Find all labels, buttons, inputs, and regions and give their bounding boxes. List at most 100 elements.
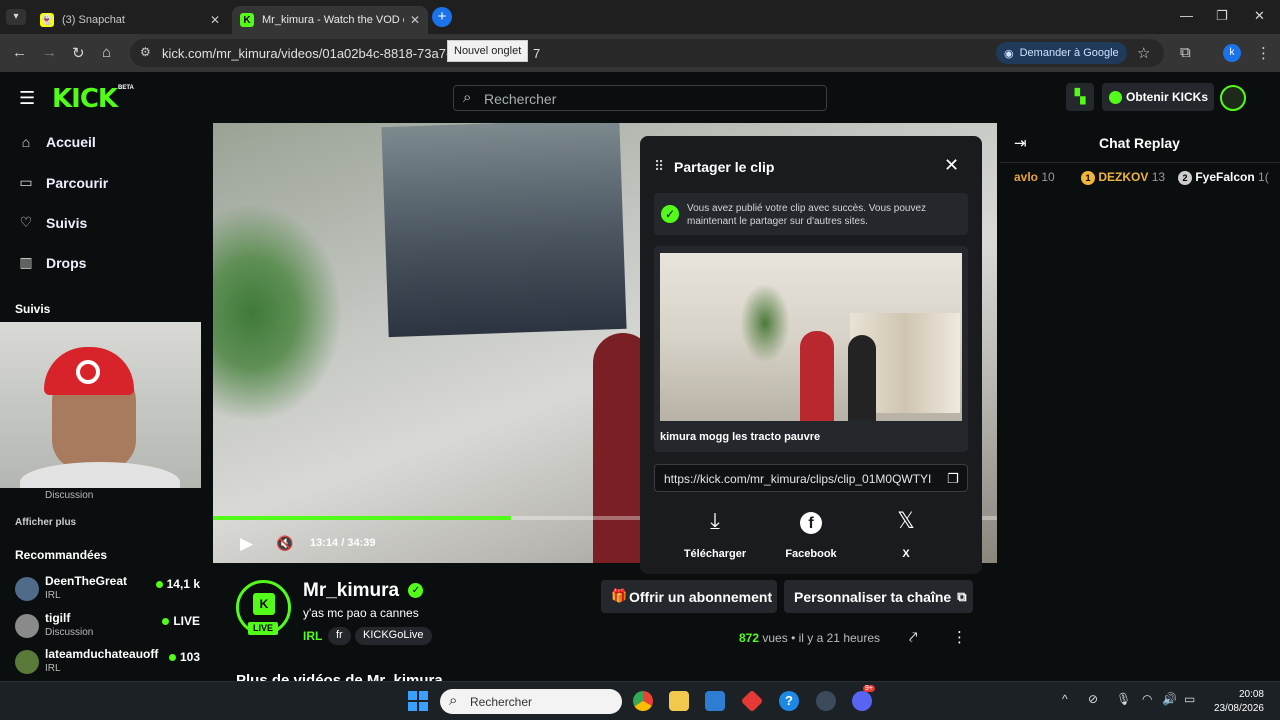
share-clip-modal: ⠿ Partager le clip ✕ ✓ Vous avez publié … (640, 136, 982, 574)
leaderboard-entry[interactable]: avlo 10 (1014, 170, 1055, 184)
taskbar-search[interactable]: ⌕ Rechercher (440, 689, 622, 714)
gift-icon: 🎁 (611, 588, 628, 603)
reload-icon[interactable]: ↻ (72, 44, 85, 62)
start-icon[interactable] (408, 691, 428, 711)
channel-name[interactable]: Mr_kimura ✓ (303, 580, 424, 602)
person-red (800, 331, 834, 421)
more-options-icon[interactable]: ⋮ (952, 628, 967, 646)
sidebar-item-browse[interactable]: ▭ Parcourir (18, 174, 108, 191)
new-tab-button[interactable]: + (432, 7, 452, 27)
clock-date: 23/08/2026 (1213, 703, 1264, 714)
facebook-share-button[interactable]: f Facebook (766, 508, 856, 560)
url-tail: 7 (533, 46, 541, 61)
tag-chip[interactable]: KICKGoLive (355, 627, 432, 645)
progress-fill (213, 516, 511, 520)
app-red-icon[interactable] (740, 689, 764, 713)
clip-thumbnail[interactable] (660, 253, 962, 421)
mute-icon[interactable]: 🔇 (276, 535, 293, 552)
recommended-heading: Recommandées (15, 548, 108, 562)
category-link[interactable]: IRL (303, 629, 322, 643)
copy-icon[interactable]: ❐ (947, 471, 959, 487)
show-more-link[interactable]: Afficher plus (15, 517, 76, 528)
recommended-channel[interactable]: DeenTheGreat IRL 14,1 k (15, 574, 200, 602)
volume-icon[interactable]: 🔊 (1162, 692, 1177, 706)
system-clock[interactable]: 20:08 23/08/2026 (1212, 688, 1264, 716)
start-pane (408, 702, 417, 711)
close-tab-icon[interactable]: ✕ (410, 13, 420, 27)
check-icon: ✓ (661, 205, 679, 223)
ask-google-label: Demander à Google (1019, 47, 1119, 59)
gift-subscription-button[interactable]: 🎁 Offrir un abonnement (601, 580, 777, 613)
current-time: 13:14 (310, 537, 339, 549)
back-icon[interactable]: ← (12, 44, 27, 61)
sidebar-label: Parcourir (46, 174, 109, 191)
chrome-icon[interactable] (633, 691, 653, 711)
avatar (15, 614, 39, 638)
extensions-icon[interactable]: ⧉ (1180, 44, 1191, 61)
x-share-button[interactable]: 𝕏 X (861, 508, 951, 560)
chat-title: Chat Replay (1099, 135, 1180, 151)
close-window-icon[interactable]: ✕ (1254, 8, 1265, 24)
tab-kick[interactable]: K Mr_kimura - Watch the VOD on ✕ (232, 6, 428, 34)
hamburger-menu-icon[interactable]: ☰ (19, 88, 35, 109)
tray-chevron-icon[interactable]: ^ (1062, 692, 1068, 706)
close-icon[interactable]: ✕ (944, 155, 959, 176)
play-icon[interactable]: ▶ (240, 534, 253, 554)
tab-list-button[interactable]: ▾ (6, 9, 26, 25)
get-kicks-button[interactable]: Obtenir KICKs (1102, 83, 1214, 111)
facebook-icon: f (766, 508, 856, 538)
channel-name: lateamduchateauoff (45, 647, 159, 661)
collapse-chat-icon[interactable]: ⇥ (1014, 134, 1027, 152)
webcam-preview-overlay (0, 322, 201, 488)
share-icon[interactable]: ⤤ (909, 629, 917, 646)
tag-chip[interactable]: fr (328, 627, 351, 645)
sidebar-item-drops[interactable]: ▥ Drops (18, 254, 86, 271)
wifi-icon[interactable]: ◠ (1142, 692, 1152, 706)
microphone-icon[interactable]: 🎙 (1116, 692, 1131, 706)
recommended-channel[interactable]: lateamduchateauoff IRL 103 (15, 647, 200, 675)
download-button[interactable]: ⤓ Télécharger (670, 508, 760, 560)
forward-icon[interactable]: → (42, 44, 57, 61)
kick-favicon-icon: K (240, 13, 254, 27)
leaderboard-entry[interactable]: 1 DEZKOV 13 (1081, 170, 1165, 185)
discord-icon[interactable]: 9+ (852, 685, 875, 711)
profile-avatar[interactable]: k (1223, 44, 1241, 62)
menu-dots-icon[interactable]: ⋮ (1256, 44, 1271, 62)
tab-snapchat[interactable]: 👻 (3) Snapchat ✕ (32, 6, 228, 34)
user-avatar[interactable] (1220, 85, 1246, 111)
get-kicks-label: Obtenir KICKs (1126, 90, 1209, 104)
home-browser-icon[interactable]: ⌂ (102, 44, 111, 61)
minimize-icon[interactable]: — (1180, 8, 1193, 23)
store-icon[interactable] (705, 691, 725, 711)
recommended-channel[interactable]: tigilf Discussion LIVE (15, 611, 200, 639)
chat-stats-icon[interactable]: ▚ (1066, 83, 1094, 111)
url-text: kick.com/mr_kimura/videos/01a02b4c-8818-… (162, 46, 480, 61)
sidebar-item-home[interactable]: ⌂ Accueil (18, 134, 96, 150)
network-off-icon[interactable]: ⊘ (1088, 692, 1098, 706)
search-input[interactable]: ⌕ Rechercher (453, 85, 827, 111)
leaderboard-count: 10 (1041, 170, 1055, 184)
time-ago: il y a 21 heures (798, 631, 881, 645)
kick-logo[interactable]: KICK (52, 84, 118, 114)
sidebar-label: Suivis (46, 214, 88, 231)
close-tab-icon[interactable]: ✕ (210, 13, 220, 27)
plant (740, 283, 790, 363)
clip-preview-card[interactable]: kimura mogg les tracto pauvre (654, 246, 968, 452)
leaderboard-entry[interactable]: 2 FyeFalcon 1( (1178, 170, 1280, 185)
site-info-icon[interactable]: ⚙ (140, 45, 151, 59)
sidebar-item-following[interactable]: ♡ Suivis (18, 214, 88, 231)
ask-google-button[interactable]: ◉ Demander à Google (996, 42, 1127, 64)
customize-channel-button[interactable]: Personnaliser ta chaîne ⧉ (784, 580, 973, 613)
drag-handle-icon[interactable]: ⠿ (654, 158, 664, 175)
maximize-icon[interactable]: ❐ (1216, 8, 1228, 24)
clip-url-field[interactable]: https://kick.com/mr_kimura/clips/clip_01… (654, 464, 968, 492)
help-icon[interactable]: ? (779, 691, 799, 711)
battery-icon[interactable]: ▭ (1184, 692, 1195, 706)
file-explorer-icon[interactable] (669, 691, 689, 711)
bookmark-star-icon[interactable]: ☆ (1137, 44, 1150, 62)
live-dot-icon (168, 654, 176, 662)
channel-category: IRL (45, 663, 61, 674)
rank-badge: 1 (1081, 171, 1095, 185)
windows-taskbar: ⌕ Rechercher ? 9+ ^ ⊘ 🎙 ◠ 🔊 ▭ 20:08 23/0… (0, 681, 1280, 720)
steam-icon[interactable] (816, 691, 836, 711)
